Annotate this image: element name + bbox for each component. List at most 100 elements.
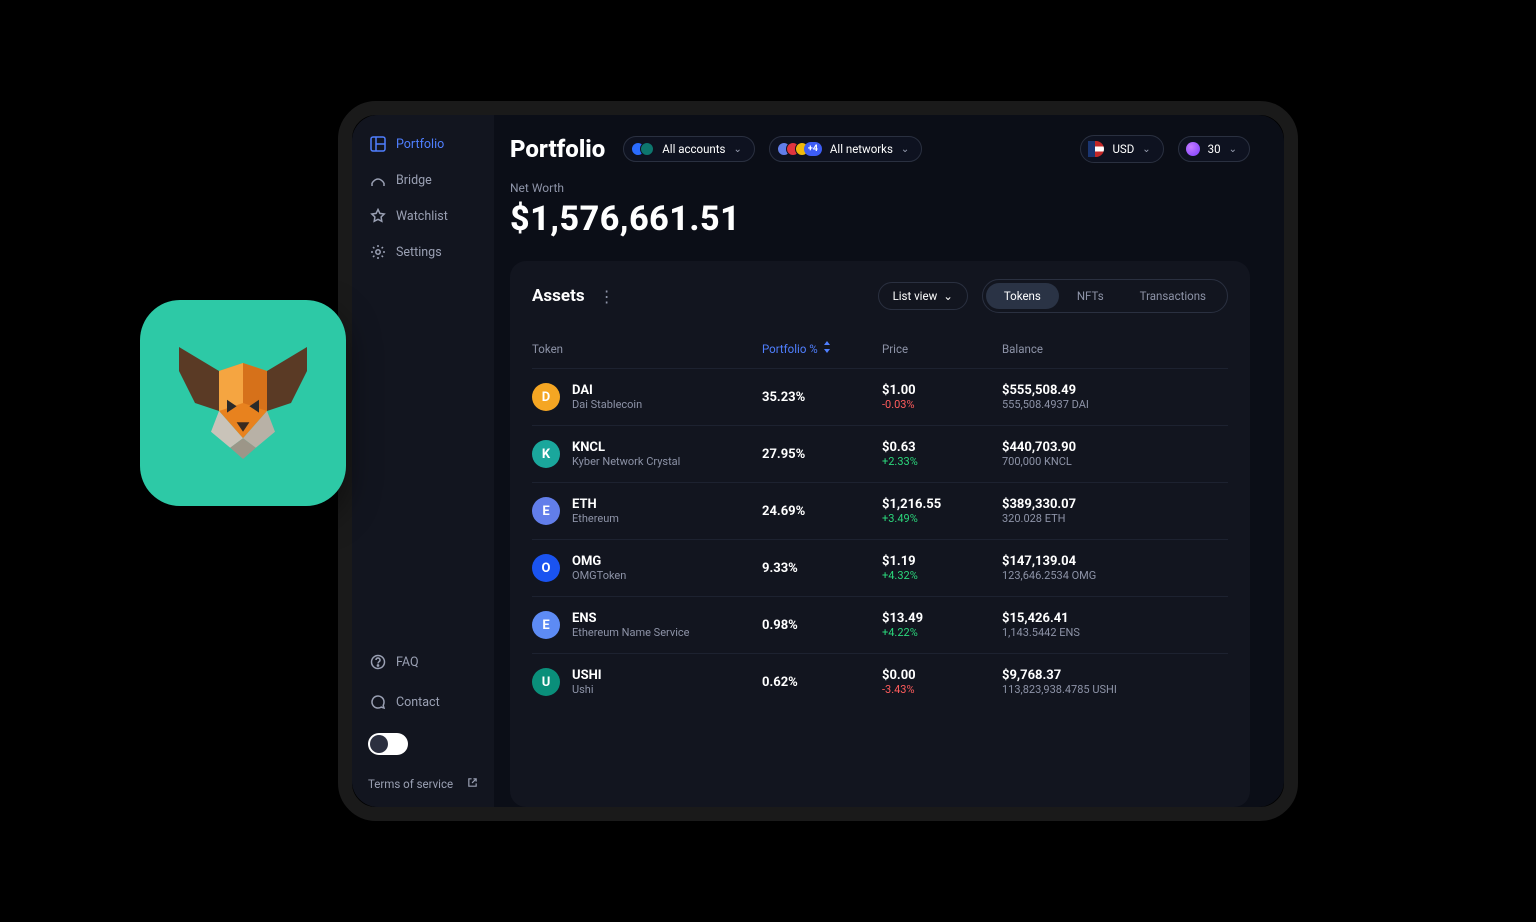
table-row[interactable]: E ENS Ethereum Name Service 0.98% $13.49… [532, 596, 1228, 653]
accounts-selector[interactable]: All accounts ⌄ [623, 136, 755, 162]
table-header: Token Portfolio % Price Balance [532, 333, 1228, 368]
table-body: D DAI Dai Stablecoin 35.23% $1.00 -0.03%… [532, 368, 1228, 710]
token-cell: K KNCL Kyber Network Crystal [532, 440, 752, 468]
balance-token: 320.028 ETH [1002, 512, 1228, 525]
gear-icon [370, 244, 386, 260]
balance-cell: $555,508.49 555,508.4937 DAI [1002, 383, 1228, 411]
token-icon: E [532, 497, 560, 525]
token-symbol: KNCL [572, 440, 680, 455]
networks-selector[interactable]: +4 All networks ⌄ [769, 136, 922, 162]
price-cell: $13.49 +4.22% [882, 611, 992, 639]
sidebar-item-contact[interactable]: Contact [362, 685, 484, 719]
col-price: Price [882, 342, 992, 356]
token-symbol: ETH [572, 497, 619, 512]
balance-usd: $440,703.90 [1002, 440, 1228, 455]
networks-avatars: +4 [777, 142, 822, 156]
price-change: -3.43% [882, 683, 992, 696]
chevron-down-icon: ⌄ [943, 289, 953, 303]
star-icon [370, 208, 386, 224]
table-row[interactable]: U USHI Ushi 0.62% $0.00 -3.43% $9,768.37… [532, 653, 1228, 710]
price-cell: $0.00 -3.43% [882, 668, 992, 696]
col-portfolio-label: Portfolio % [762, 342, 818, 356]
sort-icon [822, 341, 832, 356]
token-symbol: USHI [572, 668, 602, 683]
header-row: Portfolio All accounts ⌄ +4 [510, 135, 1250, 163]
token-cell: U USHI Ushi [532, 668, 752, 696]
sidebar-item-portfolio[interactable]: Portfolio [362, 127, 484, 161]
table-row[interactable]: D DAI Dai Stablecoin 35.23% $1.00 -0.03%… [532, 368, 1228, 425]
token-name: Ushi [572, 683, 602, 696]
sidebar-footer: FAQ Contact Terms of service [362, 645, 484, 791]
tablet-frame: Portfolio Bridge Watchlist [338, 101, 1298, 821]
gas-icon [1186, 142, 1200, 156]
price-cell: $0.63 +2.33% [882, 440, 992, 468]
networks-label: All networks [830, 142, 893, 156]
networks-extra-badge: +4 [804, 142, 822, 156]
theme-toggle[interactable] [368, 733, 408, 755]
chevron-down-icon: ⌄ [1229, 144, 1237, 155]
token-cell: O OMG OMGToken [532, 554, 752, 582]
tab-tokens[interactable]: Tokens [986, 283, 1059, 309]
metamask-app-icon [140, 300, 346, 506]
balance-token: 1,143.5442 ENS [1002, 626, 1228, 639]
balance-token: 700,000 KNCL [1002, 455, 1228, 468]
price-value: $1.00 [882, 383, 992, 398]
sidebar-item-settings[interactable]: Settings [362, 235, 484, 269]
page-title: Portfolio [510, 135, 605, 163]
col-portfolio[interactable]: Portfolio % [762, 341, 872, 356]
currency-selector[interactable]: USD ⌄ [1080, 135, 1163, 163]
app-screen: Portfolio Bridge Watchlist [352, 115, 1284, 807]
help-icon [370, 654, 386, 670]
token-icon: E [532, 611, 560, 639]
balance-token: 123,646.2534 OMG [1002, 569, 1228, 582]
token-symbol: ENS [572, 611, 689, 626]
sidebar-item-label: Settings [396, 245, 442, 260]
sidebar-item-label: Bridge [396, 173, 432, 188]
price-value: $1,216.55 [882, 497, 992, 512]
token-name: Kyber Network Crystal [572, 455, 680, 468]
balance-usd: $147,139.04 [1002, 554, 1228, 569]
table-row[interactable]: O OMG OMGToken 9.33% $1.19 +4.32% $147,1… [532, 539, 1228, 596]
price-cell: $1.00 -0.03% [882, 383, 992, 411]
sidebar-item-label: Contact [396, 695, 440, 710]
assets-card: Assets ⋮ List view ⌄ Tokens NFTs Transac… [510, 261, 1250, 807]
balance-usd: $389,330.07 [1002, 497, 1228, 512]
external-link-icon [467, 777, 478, 791]
assets-menu-icon[interactable]: ⋮ [599, 287, 615, 306]
currency-label: USD [1112, 142, 1134, 156]
sidebar-item-faq[interactable]: FAQ [362, 645, 484, 679]
token-name: Ethereum [572, 512, 619, 525]
tab-group: Tokens NFTs Transactions [982, 279, 1228, 313]
price-change: +4.32% [882, 569, 992, 582]
tab-nfts[interactable]: NFTs [1059, 283, 1122, 309]
token-symbol: DAI [572, 383, 642, 398]
fox-icon [163, 323, 323, 483]
sidebar-nav: Portfolio Bridge Watchlist [362, 127, 484, 645]
portfolio-percent: 27.95% [762, 447, 872, 462]
list-view-selector[interactable]: List view ⌄ [878, 282, 968, 310]
portfolio-percent: 24.69% [762, 504, 872, 519]
bridge-icon [370, 172, 386, 188]
price-change: +2.33% [882, 455, 992, 468]
price-cell: $1,216.55 +3.49% [882, 497, 992, 525]
table-row[interactable]: K KNCL Kyber Network Crystal 27.95% $0.6… [532, 425, 1228, 482]
sidebar-item-label: Portfolio [396, 137, 444, 152]
balance-usd: $555,508.49 [1002, 383, 1228, 398]
terms-label: Terms of service [368, 777, 453, 791]
chevron-down-icon: ⌄ [734, 144, 742, 155]
chevron-down-icon: ⌄ [1142, 144, 1150, 155]
token-name: OMGToken [572, 569, 626, 582]
gas-selector[interactable]: 30 ⌄ [1178, 136, 1250, 162]
balance-cell: $147,139.04 123,646.2534 OMG [1002, 554, 1228, 582]
price-value: $13.49 [882, 611, 992, 626]
price-change: +3.49% [882, 512, 992, 525]
table-row[interactable]: E ETH Ethereum 24.69% $1,216.55 +3.49% $… [532, 482, 1228, 539]
portfolio-percent: 9.33% [762, 561, 872, 576]
tab-transactions[interactable]: Transactions [1122, 283, 1224, 309]
terms-of-service-link[interactable]: Terms of service [362, 767, 484, 791]
sidebar-item-bridge[interactable]: Bridge [362, 163, 484, 197]
list-view-label: List view [893, 289, 938, 303]
sidebar-item-watchlist[interactable]: Watchlist [362, 199, 484, 233]
portfolio-icon [370, 136, 386, 152]
price-change: +4.22% [882, 626, 992, 639]
